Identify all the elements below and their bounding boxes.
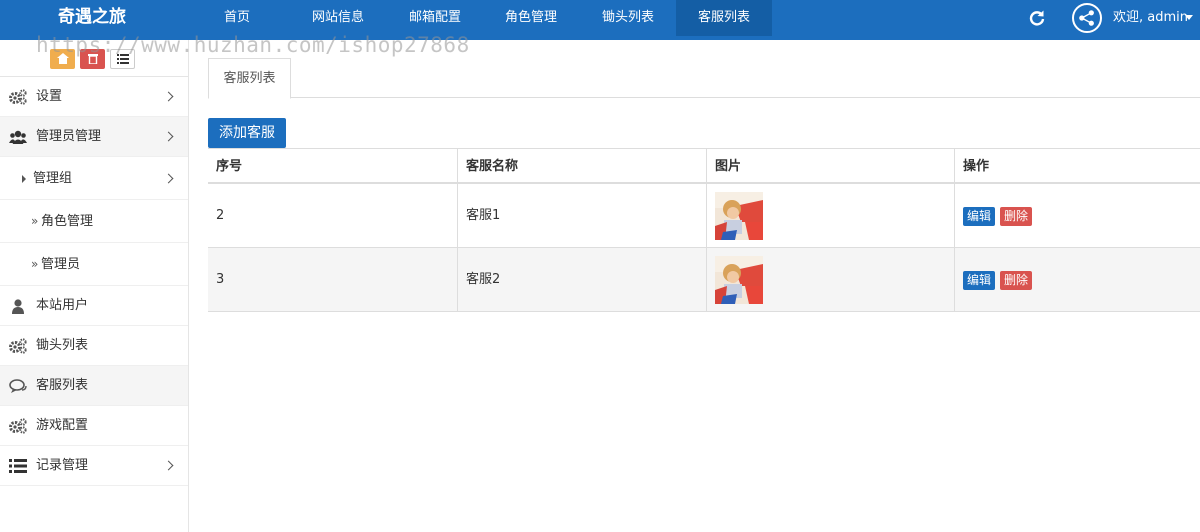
column-header-id: 序号 — [216, 159, 243, 174]
sidebar-item-admin-group[interactable]: 管理组 — [0, 157, 188, 200]
nav-mail-config[interactable]: 邮箱配置 — [400, 0, 470, 36]
tab-bar: 客服列表 — [208, 58, 1200, 99]
row-name: 客服1 — [457, 184, 706, 247]
comments-icon — [9, 379, 27, 393]
sidebar-item-label: 设置 — [36, 89, 63, 104]
sidebar-item-label: 管理员管理 — [36, 129, 102, 144]
sidebar-item-site-users[interactable]: 本站用户 — [0, 286, 188, 326]
sidebar-item-admin[interactable]: » 管理员 — [0, 243, 188, 286]
sidebar-item-label: 记录管理 — [36, 458, 89, 473]
row-name: 客服2 — [457, 248, 706, 311]
sidebar-item-label: 本站用户 — [36, 298, 89, 313]
nav-hoe-list[interactable]: 锄头列表 — [592, 0, 664, 36]
welcome-user[interactable]: 欢迎, admin — [1113, 0, 1188, 36]
sidebar-item-label: 客服列表 — [36, 378, 89, 393]
sidebar-item-label: 角色管理 — [41, 214, 94, 229]
service-thumbnail — [715, 192, 763, 240]
gears-icon — [9, 338, 27, 354]
tab-service-list[interactable]: 客服列表 — [208, 58, 291, 99]
service-table: 序号 客服名称 图片 操作 2 客服1 编辑 删除 3 客服2 编辑 删除 — [208, 148, 1200, 312]
chevron-right-icon — [163, 460, 174, 471]
gears-icon — [9, 89, 27, 105]
edit-button[interactable]: 编辑 — [963, 271, 996, 290]
caret-down-icon[interactable] — [1185, 15, 1193, 20]
sidebar-item-service-list[interactable]: 客服列表 — [0, 366, 188, 406]
row-id: 3 — [216, 272, 225, 287]
row-actions: 编辑 删除 — [954, 184, 1200, 247]
caret-right-icon — [22, 175, 26, 183]
row-actions: 编辑 删除 — [954, 248, 1200, 311]
sidebar-item-record-management[interactable]: 记录管理 — [0, 446, 188, 486]
home-shortcut-button[interactable] — [50, 49, 75, 69]
share-avatar-icon[interactable] — [1072, 3, 1102, 33]
nav-role-management[interactable]: 角色管理 — [496, 0, 566, 36]
trash-icon — [87, 54, 98, 64]
add-service-button[interactable]: 添加客服 — [208, 118, 286, 148]
trash-shortcut-button[interactable] — [80, 49, 105, 69]
row-image-cell — [706, 184, 954, 247]
sidebar-item-admin-management[interactable]: 管理员管理 — [0, 117, 188, 157]
sidebar: 设置 管理员管理 管理组 » 角色管理 » 管理员 本站用户 锄头列表 客服列表… — [0, 40, 189, 532]
service-thumbnail — [715, 256, 763, 304]
column-header-image: 图片 — [706, 149, 954, 182]
table-header-row: 序号 客服名称 图片 操作 — [208, 148, 1200, 184]
sidebar-item-label: 管理组 — [33, 171, 73, 186]
sidebar-item-label: 管理员 — [41, 257, 81, 272]
chevron-right-icon — [163, 91, 174, 102]
double-angle-right-icon: » — [31, 214, 39, 228]
table-row: 3 客服2 编辑 删除 — [208, 248, 1200, 312]
list-icon — [116, 54, 129, 64]
delete-button[interactable]: 删除 — [1000, 207, 1033, 226]
sidebar-item-label: 游戏配置 — [36, 418, 89, 433]
sidebar-item-settings[interactable]: 设置 — [0, 77, 188, 117]
sidebar-item-role-management[interactable]: » 角色管理 — [0, 200, 188, 243]
delete-button[interactable]: 删除 — [1000, 271, 1033, 290]
users-icon — [9, 130, 27, 144]
refresh-icon[interactable] — [1028, 9, 1046, 27]
row-image-cell — [706, 248, 954, 311]
sidebar-item-game-config[interactable]: 游戏配置 — [0, 406, 188, 446]
user-icon — [12, 299, 24, 314]
sidebar-shortcuts — [0, 40, 188, 77]
sidebar-item-label: 锄头列表 — [36, 338, 89, 353]
row-id: 2 — [216, 208, 225, 223]
nav-home[interactable]: 首页 — [208, 0, 266, 36]
table-row: 2 客服1 编辑 删除 — [208, 184, 1200, 248]
gears-icon — [9, 418, 27, 434]
edit-button[interactable]: 编辑 — [963, 207, 996, 226]
chevron-right-icon — [163, 131, 174, 142]
double-angle-right-icon: » — [31, 257, 39, 271]
nav-site-info[interactable]: 网站信息 — [304, 0, 372, 36]
brand-title[interactable]: 奇遇之旅 — [58, 0, 126, 36]
chevron-right-icon — [163, 173, 174, 184]
sidebar-item-hoe-list[interactable]: 锄头列表 — [0, 326, 188, 366]
column-header-name: 客服名称 — [457, 149, 706, 182]
home-icon — [56, 53, 69, 64]
column-header-actions: 操作 — [954, 149, 1200, 182]
top-navbar: 奇遇之旅 首页 网站信息 邮箱配置 角色管理 锄头列表 客服列表 欢迎, adm… — [0, 0, 1200, 40]
nav-service-list[interactable]: 客服列表 — [676, 0, 772, 36]
list-icon — [9, 459, 27, 473]
list-shortcut-button[interactable] — [110, 49, 135, 69]
